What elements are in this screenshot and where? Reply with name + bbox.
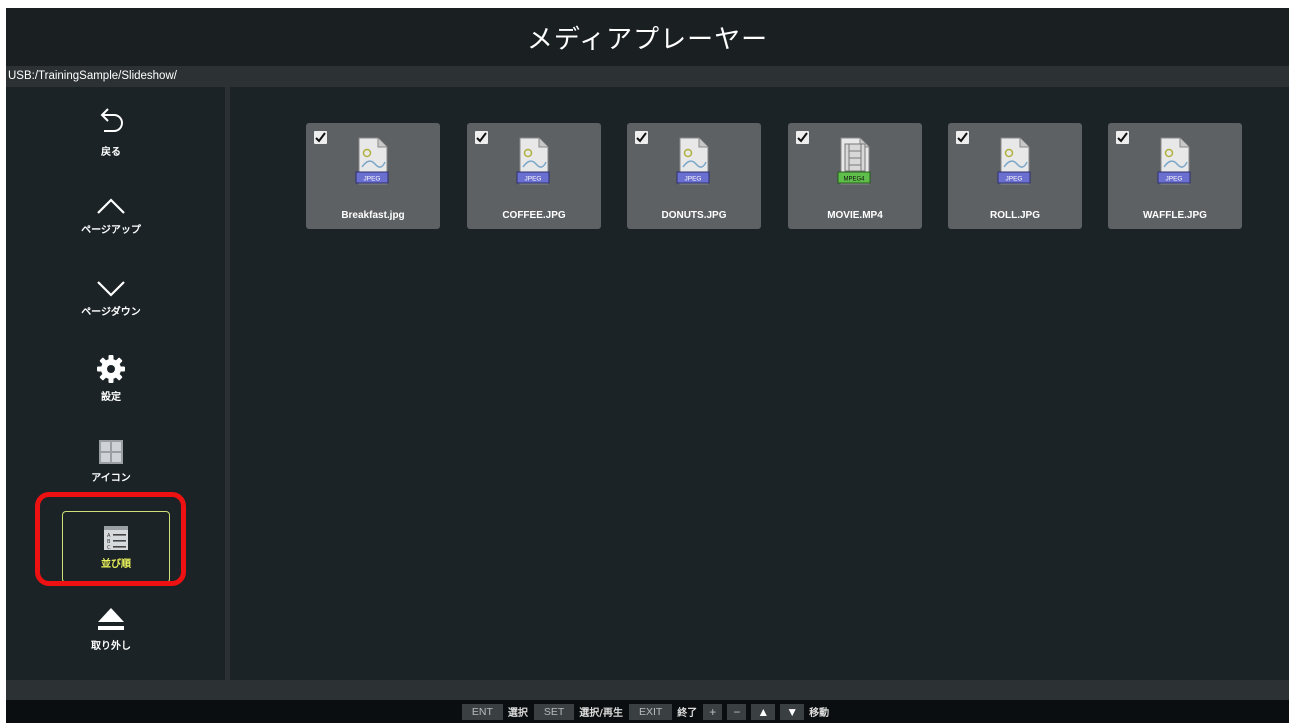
file-tile[interactable]: JPEG WAFFLE.JPG <box>1108 123 1242 229</box>
jpeg-file-icon: JPEG <box>355 137 389 185</box>
up-key: ▲ <box>751 703 776 720</box>
move-desc: 移動 <box>809 708 830 719</box>
svg-text:JPEG: JPEG <box>1166 176 1183 183</box>
page-down-button[interactable]: ページダウン <box>51 277 171 318</box>
file-name: DONUTS.JPG <box>661 210 727 221</box>
svg-text:JPEG: JPEG <box>525 176 542 183</box>
jpeg-file-icon: JPEG <box>516 137 550 185</box>
svg-text:JPEG: JPEG <box>685 176 702 183</box>
icon-view-button[interactable]: アイコン <box>51 439 171 484</box>
eject-icon <box>98 608 124 630</box>
jpeg-file-icon: JPEG <box>1157 137 1191 185</box>
file-tile[interactable]: JPEG Breakfast.jpg <box>306 123 440 229</box>
file-tile[interactable]: MPEG4 MOVIE.MP4 <box>788 123 922 229</box>
page-up-label: ページアップ <box>81 225 141 236</box>
file-name: Breakfast.jpg <box>341 210 405 221</box>
grid-view-icon <box>99 440 123 464</box>
jpeg-file-icon: JPEG <box>997 137 1031 185</box>
checkmark-icon <box>1117 132 1128 143</box>
checkmark-icon <box>476 132 487 143</box>
settings-button[interactable]: 設定 <box>51 354 171 403</box>
checkbox[interactable] <box>1116 131 1129 144</box>
svg-text:JPEG: JPEG <box>364 176 381 183</box>
svg-text:JPEG: JPEG <box>1006 176 1023 183</box>
checkbox[interactable] <box>796 131 809 144</box>
set-desc: 選択/再生 <box>579 708 623 719</box>
checkbox[interactable] <box>314 131 327 144</box>
checkmark-icon <box>636 132 647 143</box>
status-strip <box>6 680 1289 700</box>
media-player-screen: メディアプレーヤー USB:/TrainingSample/Slideshow/… <box>6 8 1289 723</box>
back-arrow-icon <box>100 108 123 132</box>
app-title: メディアプレーヤー <box>526 24 769 55</box>
minus-key: − <box>727 703 747 720</box>
settings-label: 設定 <box>101 392 121 403</box>
help-arrows: + − ▲ ▼ 移動 <box>703 703 833 720</box>
path-breadcrumb: USB:/TrainingSample/Slideshow/ <box>6 66 1289 87</box>
plus-key: + <box>703 703 723 720</box>
page-up-button[interactable]: ページアップ <box>51 195 171 236</box>
ent-key: ENT <box>461 703 503 720</box>
checkbox[interactable] <box>635 131 648 144</box>
jpeg-file-icon: JPEG <box>676 137 710 185</box>
file-name: WAFFLE.JPG <box>1143 210 1207 221</box>
checkbox[interactable] <box>475 131 488 144</box>
file-name: MOVIE.MP4 <box>827 210 883 221</box>
gear-icon <box>97 355 125 383</box>
eject-label: 取り外し <box>91 641 131 652</box>
eject-button[interactable]: 取り外し <box>51 605 171 652</box>
file-name: ROLL.JPG <box>989 210 1040 221</box>
help-ent: ENT 選択 <box>461 703 532 720</box>
help-set: SET 選択/再生 <box>533 703 627 720</box>
icon-view-label: アイコン <box>91 473 131 484</box>
back-button[interactable]: 戻る <box>51 107 171 158</box>
file-name: COFFEE.JPG <box>502 210 566 221</box>
checkbox[interactable] <box>956 131 969 144</box>
set-key: SET <box>533 703 575 720</box>
file-tile[interactable]: JPEG ROLL.JPG <box>948 123 1082 229</box>
checkmark-icon <box>957 132 968 143</box>
svg-text:MPEG4: MPEG4 <box>843 177 865 183</box>
highlight-annotation <box>35 492 186 586</box>
checkmark-icon <box>315 132 326 143</box>
file-tile[interactable]: JPEG DONUTS.JPG <box>627 123 761 229</box>
exit-desc: 終了 <box>677 708 698 719</box>
file-tile[interactable]: JPEG COFFEE.JPG <box>467 123 601 229</box>
sidebar: 戻る ページアップ ページダウン 設定 アイコン A B C 並び順 取り外し <box>6 87 225 680</box>
video-file-icon: MPEG4 <box>837 137 871 185</box>
exit-key: EXIT <box>628 703 673 720</box>
back-label: 戻る <box>101 147 121 158</box>
page-down-label: ページダウン <box>81 307 141 318</box>
ent-desc: 選択 <box>507 708 528 719</box>
checkmark-icon <box>797 132 808 143</box>
chevron-up-icon <box>97 198 125 214</box>
key-help-bar: ENT 選択 SET 選択/再生 EXIT 終了 + − ▲ ▼ 移動 <box>6 700 1289 723</box>
help-exit: EXIT 終了 <box>628 703 701 720</box>
chevron-down-icon <box>97 281 125 297</box>
down-key: ▼ <box>780 703 805 720</box>
title-bar: メディアプレーヤー <box>6 8 1289 66</box>
